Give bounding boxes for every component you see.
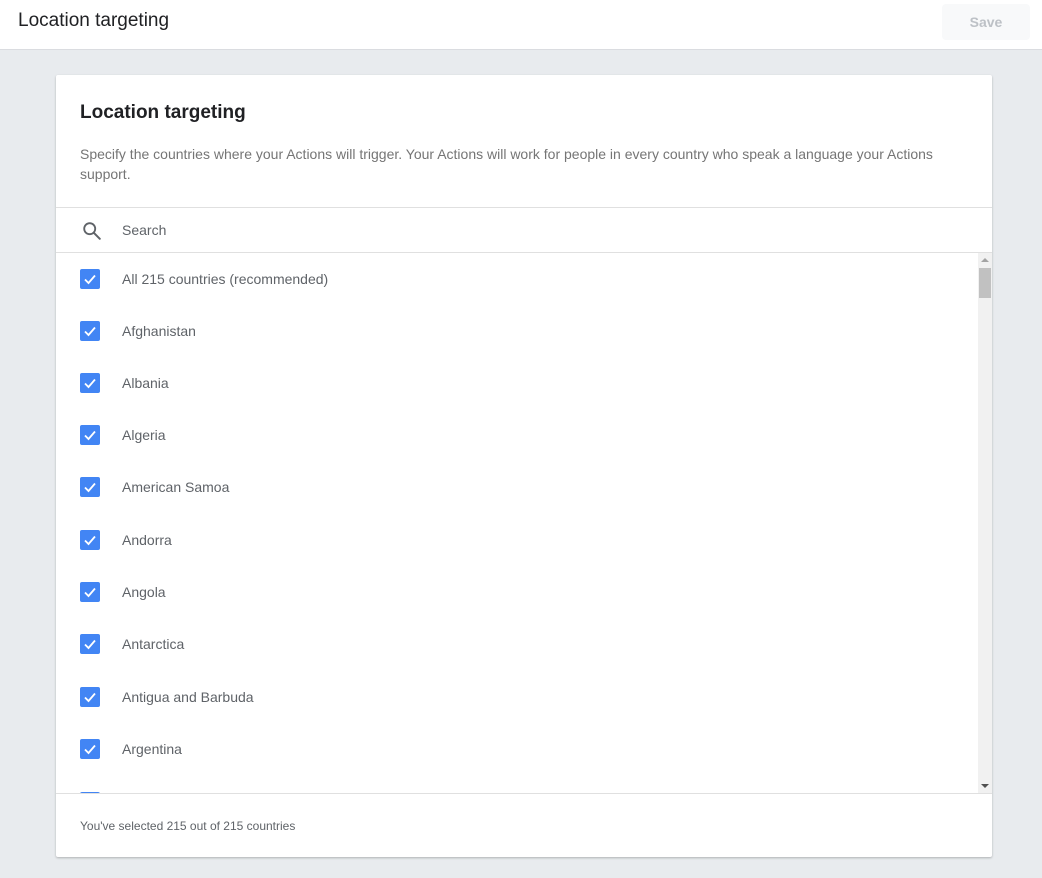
top-bar: Location targeting Save [0,0,1042,50]
checkbox[interactable] [80,687,100,707]
country-row[interactable]: Argentina [56,723,978,775]
scroll-down-arrow-icon[interactable] [981,784,989,788]
checkmark-icon [84,639,96,650]
row-label: Antigua and Barbuda [122,689,254,705]
selection-count: You've selected 215 out of 215 countries [80,819,296,833]
scrollbar[interactable] [978,253,992,793]
search-input[interactable] [122,218,962,242]
country-row[interactable]: Afghanistan [56,305,978,357]
checkbox[interactable] [80,321,100,341]
row-label: Argentina [122,741,182,757]
checkmark-icon [84,274,96,285]
country-row[interactable]: Albania [56,357,978,409]
row-label: Angola [122,584,166,600]
row-label: Antarctica [122,636,185,652]
checkbox[interactable] [80,477,100,497]
checkmark-icon [84,430,96,441]
checkmark-icon [84,744,96,755]
checkbox[interactable] [80,634,100,654]
checkmark-icon [84,587,96,598]
row-label: Afghanistan [122,323,196,339]
checkmark-icon [84,326,96,337]
divider [56,793,992,794]
checkbox[interactable] [80,425,100,445]
save-button[interactable]: Save [942,4,1030,40]
checkmark-icon [84,692,96,703]
checkmark-icon [84,482,96,493]
select-all-row[interactable]: All 215 countries (recommended) [56,253,978,305]
checkbox[interactable] [80,373,100,393]
country-row[interactable]: Antigua and Barbuda [56,671,978,723]
country-row[interactable]: American Samoa [56,461,978,513]
country-list: All 215 countries (recommended) Afghanist… [56,253,978,793]
country-row[interactable]: Algeria [56,409,978,461]
row-label: Andorra [122,532,172,548]
checkbox[interactable] [80,269,100,289]
row-label: Albania [122,375,169,391]
country-row[interactable] [56,776,978,793]
card-title: Location targeting [80,102,246,123]
scrollbar-thumb[interactable] [979,268,991,298]
country-row[interactable]: Angola [56,566,978,618]
checkmark-icon [84,378,96,389]
checkbox[interactable] [80,739,100,759]
checkbox[interactable] [80,582,100,602]
scroll-up-arrow-icon[interactable] [981,258,989,262]
search-icon [83,222,101,240]
search-row [56,208,992,252]
country-row[interactable]: Andorra [56,514,978,566]
page-title: Location targeting [18,10,170,31]
row-label: All 215 countries (recommended) [122,271,329,287]
country-row[interactable]: Antarctica [56,618,978,670]
checkmark-icon [84,535,96,546]
location-targeting-card: Location targeting Specify the countries… [56,75,992,857]
card-description: Specify the countries where your Actions… [80,146,933,182]
checkbox[interactable] [80,530,100,550]
row-label: American Samoa [122,479,230,495]
row-label: Algeria [122,427,166,443]
